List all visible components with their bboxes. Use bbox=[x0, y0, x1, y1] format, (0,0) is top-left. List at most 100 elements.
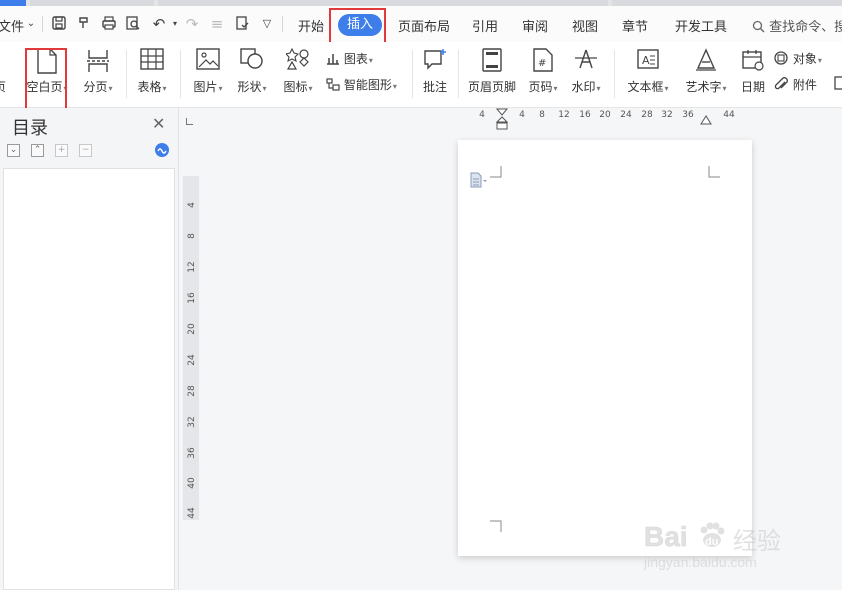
toc-content-area bbox=[3, 168, 175, 590]
word-art-button[interactable]: 艺术字▾ bbox=[680, 42, 732, 107]
chevron-down-icon: ▾ bbox=[392, 82, 397, 91]
file-menu[interactable]: 文件 bbox=[0, 16, 24, 35]
save-icon[interactable] bbox=[50, 15, 68, 33]
object-button[interactable]: 对象▾ bbox=[774, 50, 822, 72]
document-page[interactable] bbox=[458, 140, 752, 556]
word-art-label: 艺术字 bbox=[685, 80, 722, 94]
chevron-down-icon: ▾ bbox=[308, 84, 313, 93]
collapse-down-icon[interactable]: ⌄ bbox=[7, 144, 20, 157]
chart-button[interactable]: 图表▾ bbox=[326, 50, 373, 72]
file-dropdown-icon[interactable]: ⌄ bbox=[22, 15, 40, 33]
watermark-brand: Baidu经验 bbox=[640, 512, 641, 513]
print-icon[interactable] bbox=[100, 15, 118, 33]
header-footer-button[interactable]: 页眉页脚 bbox=[464, 42, 520, 107]
icon-label: 图标 bbox=[283, 80, 308, 94]
page-number-label: 页码 bbox=[528, 80, 553, 94]
tab-home[interactable]: 开始 bbox=[298, 16, 324, 35]
shape-button[interactable]: 形状▾ bbox=[232, 42, 272, 107]
tab-review[interactable]: 审阅 bbox=[522, 16, 548, 35]
shape-icon bbox=[240, 48, 264, 73]
search-placeholder: 查找命令、搜 bbox=[769, 20, 842, 35]
tab-developer-tools[interactable]: 开发工具 bbox=[675, 16, 727, 35]
chevron-down-icon: ▾ bbox=[596, 84, 601, 93]
ruler-tick-label: 36 bbox=[682, 110, 694, 120]
ribbon-overflow-item[interactable] bbox=[834, 76, 842, 98]
redo-icon[interactable]: ↷ bbox=[183, 15, 201, 33]
collapse-up-icon[interactable]: ⌃ bbox=[31, 144, 44, 157]
menu-bar: 文件 ⌄ ↶ ▾ ↷ ≡ ▽ 开始 插入 页面布局 引用 审阅 视图 章节 开发… bbox=[0, 6, 842, 42]
page-break-label: 分页 bbox=[83, 80, 108, 94]
document-indicator-icon[interactable] bbox=[470, 172, 488, 188]
document-check-icon[interactable] bbox=[233, 15, 251, 33]
ruler-tick-label: 28 bbox=[641, 110, 653, 120]
ruler-tick-label: 40 bbox=[187, 477, 197, 489]
picture-button[interactable]: 图片▾ bbox=[188, 42, 228, 107]
object-icon bbox=[774, 51, 788, 65]
ruler-tick-label: 4 bbox=[479, 110, 485, 120]
chevron-down-icon: ▾ bbox=[108, 84, 113, 93]
tab-page-layout[interactable]: 页面布局 bbox=[398, 16, 450, 35]
header-footer-icon bbox=[482, 48, 502, 75]
search-icon bbox=[752, 20, 765, 33]
margin-corner-top-right bbox=[708, 166, 720, 178]
margin-corner-bottom-left bbox=[490, 520, 502, 532]
text-box-button[interactable]: A 文本框▾ bbox=[622, 42, 674, 107]
ruler-tick-label: 12 bbox=[558, 110, 570, 120]
watermark-url: jingyan.baidu.com bbox=[644, 554, 757, 570]
chevron-down-icon: ▾ bbox=[664, 84, 669, 93]
ruler-tick-label: 16 bbox=[579, 110, 591, 120]
table-button[interactable]: 表格▾ bbox=[132, 42, 172, 107]
overflow-icon bbox=[834, 76, 842, 90]
right-indent-marker[interactable] bbox=[700, 114, 712, 126]
undo-dropdown-icon[interactable]: ▾ bbox=[166, 15, 184, 33]
paperclip-icon bbox=[774, 77, 788, 90]
list-icon[interactable]: ≡ bbox=[208, 15, 226, 33]
watermark-brand-cn: 经验 bbox=[733, 527, 781, 555]
ruler-tick-label: 16 bbox=[187, 292, 197, 304]
svg-text:A: A bbox=[642, 54, 650, 67]
page-number-button[interactable]: # 页码▾ bbox=[524, 42, 562, 107]
first-line-indent-marker[interactable] bbox=[496, 108, 508, 130]
divider bbox=[42, 16, 43, 32]
text-box-icon: A bbox=[636, 48, 660, 75]
close-icon[interactable]: ✕ bbox=[152, 114, 165, 133]
smart-art-button[interactable]: 智能图形▾ bbox=[326, 76, 397, 98]
calendar-icon bbox=[741, 48, 765, 75]
insert-ribbon: 页 空白页▾ 分页▾ 表格▾ 图片▾ 形状▾ 图 bbox=[0, 42, 842, 108]
print-preview-icon[interactable] bbox=[124, 15, 142, 33]
comment-button[interactable]: 批注 bbox=[418, 42, 452, 107]
format-painter-icon[interactable] bbox=[75, 15, 93, 33]
search-command[interactable]: 查找命令、搜 bbox=[752, 16, 842, 35]
tab-references[interactable]: 引用 bbox=[472, 16, 498, 35]
chevron-down-icon: ▾ bbox=[368, 56, 373, 65]
customize-toolbar-icon[interactable]: ▽ bbox=[258, 15, 276, 33]
table-label: 表格 bbox=[137, 80, 162, 94]
remove-level-icon[interactable]: − bbox=[79, 144, 92, 157]
svg-text:du: du bbox=[705, 536, 718, 548]
ribbon-divider bbox=[614, 50, 615, 98]
page-break-icon bbox=[86, 48, 110, 77]
watermark-button[interactable]: 水印▾ bbox=[566, 42, 606, 107]
page-break-button[interactable]: 分页▾ bbox=[78, 42, 118, 107]
add-level-icon[interactable]: + bbox=[55, 144, 68, 157]
tab-view[interactable]: 视图 bbox=[572, 16, 598, 35]
smart-toc-toggle-icon[interactable] bbox=[155, 143, 169, 157]
margin-corner-top-left bbox=[490, 166, 502, 178]
icon-button[interactable]: 图标▾ bbox=[278, 42, 318, 107]
blank-page-highlight bbox=[25, 48, 67, 112]
header-footer-label: 页眉页脚 bbox=[467, 80, 516, 94]
vertical-ruler: 4 8 12 16 20 24 28 32 36 40 44 bbox=[183, 176, 199, 520]
attachment-button[interactable]: 附件 bbox=[774, 76, 817, 98]
date-button[interactable]: 日期 bbox=[736, 42, 770, 107]
ribbon-partial-item[interactable]: 页 bbox=[0, 42, 10, 107]
toc-title: 目录 bbox=[12, 118, 48, 139]
ribbon-divider bbox=[126, 50, 127, 98]
picture-label: 图片 bbox=[193, 80, 218, 94]
tab-section[interactable]: 章节 bbox=[622, 16, 648, 35]
chevron-down-icon: ▾ bbox=[162, 84, 167, 93]
ruler-tick-label: 20 bbox=[187, 323, 197, 335]
bar-chart-icon bbox=[327, 54, 339, 65]
picture-icon bbox=[196, 48, 220, 73]
chevron-down-icon: ▾ bbox=[817, 56, 822, 65]
partial-label: 页 bbox=[0, 78, 10, 95]
